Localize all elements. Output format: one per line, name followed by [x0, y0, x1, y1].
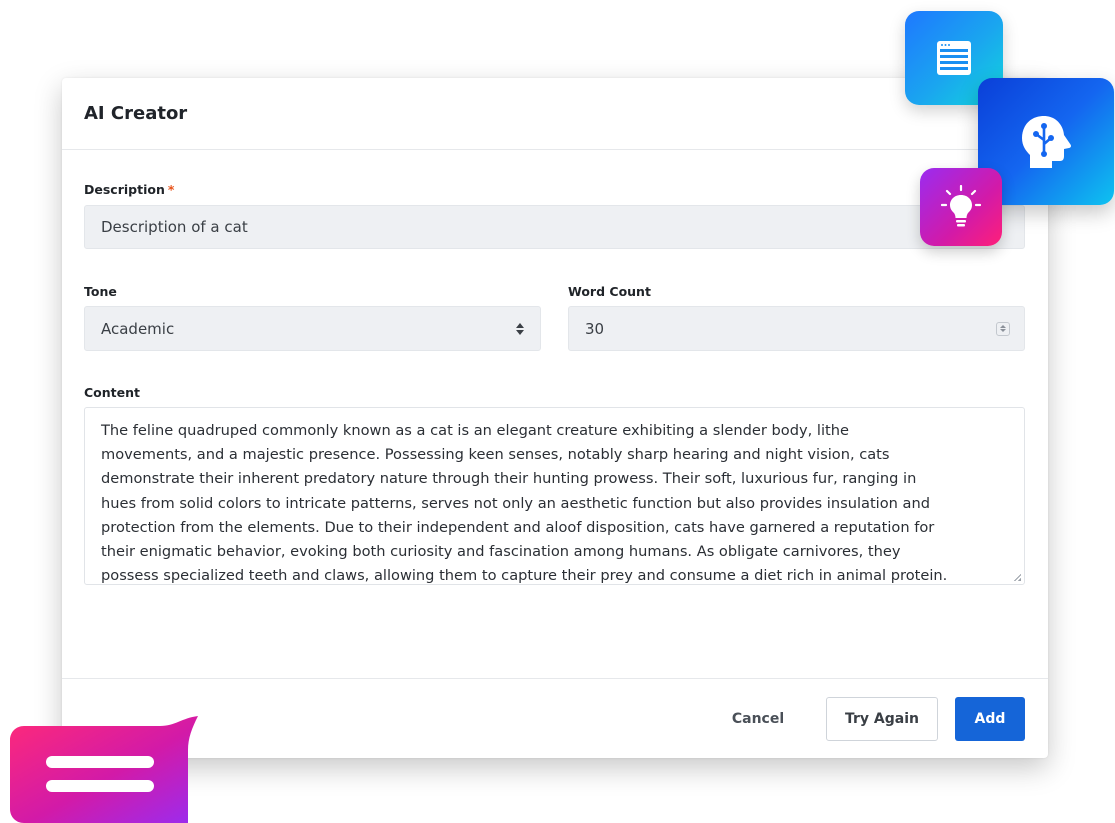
content-line: possess specialized teeth and claws, all…	[101, 567, 948, 585]
lightbulb-icon	[920, 168, 1002, 246]
word-count-label: Word Count	[568, 284, 651, 299]
tone-select[interactable]: Academic	[84, 306, 541, 351]
description-input[interactable]: Description of a cat	[84, 205, 1025, 249]
dialog-title: AI Creator	[84, 103, 188, 124]
word-count-value: 30	[585, 319, 605, 338]
content-line: their enigmatic behavior, evoking both c…	[101, 543, 901, 561]
description-label: Description *	[84, 182, 174, 197]
description-label-text: Description	[84, 182, 165, 197]
cancel-button[interactable]: Cancel	[718, 697, 798, 741]
dialog-header: AI Creator	[62, 78, 1048, 150]
ai-creator-dialog: AI Creator Description * Description of a…	[62, 78, 1048, 758]
select-arrows-icon	[516, 322, 524, 335]
content-label: Content	[84, 385, 140, 400]
description-value: Description of a cat	[101, 218, 248, 236]
content-line: The feline quadruped commonly known as a…	[101, 422, 849, 439]
content-line: hues from solid colors to intricate patt…	[101, 494, 931, 512]
content-line: demonstrate their inherent predatory nat…	[101, 470, 917, 488]
tone-selected-value: Academic	[101, 319, 175, 338]
content-textarea[interactable]: The feline quadruped commonly known as a…	[84, 407, 1025, 585]
content-line: protection from the elements. Due to the…	[101, 518, 935, 536]
resize-handle-icon[interactable]	[1013, 573, 1021, 581]
content-line: movements, and a majestic presence. Poss…	[101, 446, 890, 464]
required-marker: *	[167, 182, 175, 197]
dialog-footer: Cancel Try Again Add	[62, 678, 1048, 758]
try-again-button[interactable]: Try Again	[826, 697, 938, 741]
add-button[interactable]: Add	[955, 697, 1025, 741]
number-stepper-icon[interactable]	[996, 321, 1010, 336]
tone-label: Tone	[84, 284, 117, 299]
chat-bubble-icon	[10, 716, 198, 823]
word-count-input[interactable]: 30	[568, 306, 1025, 351]
